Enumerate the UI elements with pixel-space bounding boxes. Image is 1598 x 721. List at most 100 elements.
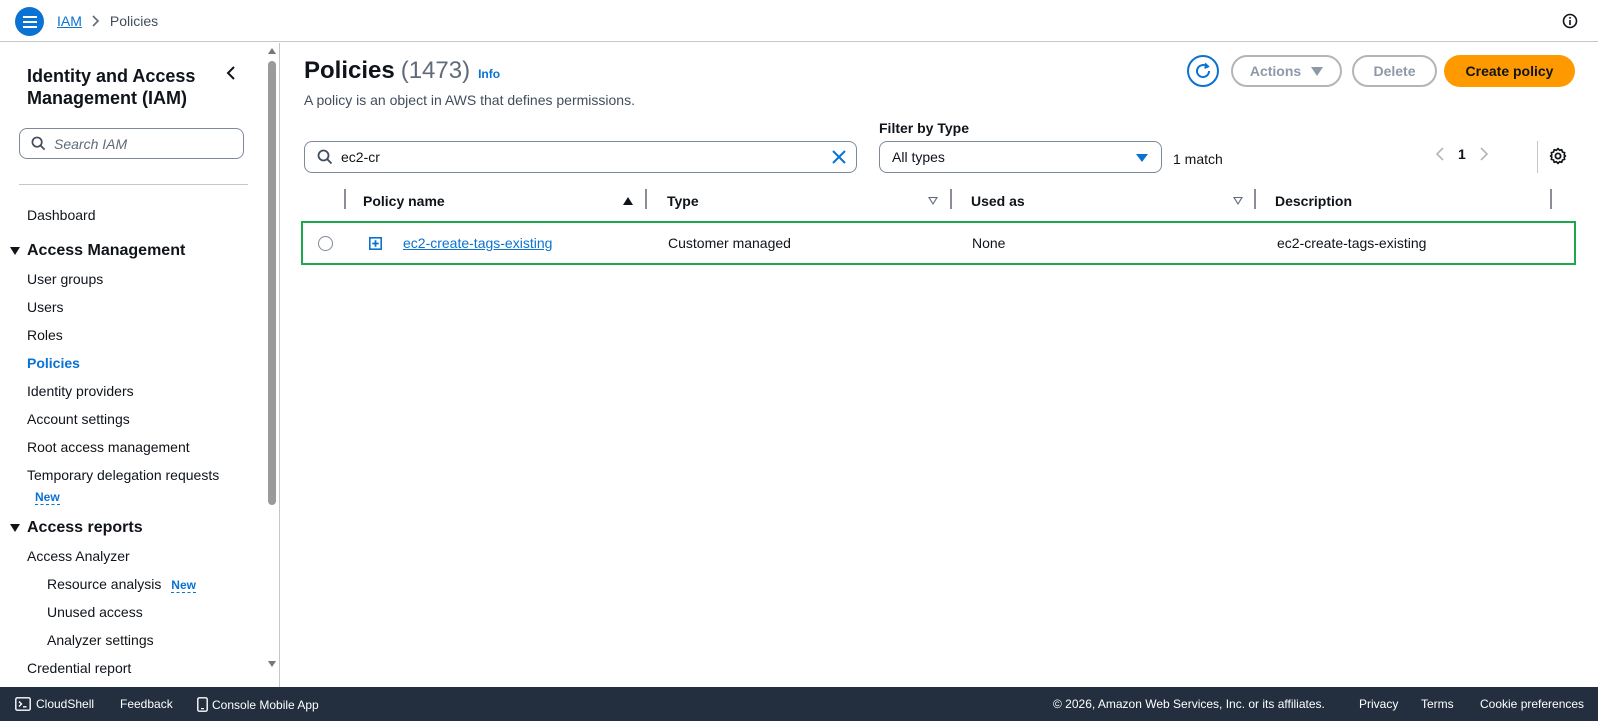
delete-button[interactable]: Delete — [1352, 55, 1437, 87]
close-icon[interactable] — [832, 150, 846, 164]
new-badge[interactable]: New — [35, 490, 60, 505]
expand-plus-icon[interactable] — [369, 237, 382, 250]
sidebar-section-label: Access reports — [27, 519, 143, 536]
sidebar-title: Identity and Access Management (IAM) — [27, 66, 196, 108]
sidebar-divider — [19, 184, 248, 185]
chevron-left-icon[interactable] — [1436, 147, 1444, 161]
sidebar-item-resource-analysis[interactable]: Resource analysis New — [47, 576, 196, 593]
column-divider[interactable] — [645, 189, 647, 209]
chevron-left-icon[interactable] — [226, 65, 236, 81]
column-header-used-as[interactable]: Used as — [971, 193, 1025, 209]
refresh-icon — [1196, 62, 1211, 79]
hamburger-icon — [22, 15, 37, 28]
column-header-description[interactable]: Description — [1275, 193, 1352, 209]
sidebar-item-temporary-delegation-requests[interactable]: Temporary delegation requests — [27, 467, 219, 483]
terms-link[interactable]: Terms — [1421, 697, 1454, 711]
new-badge[interactable]: New — [171, 578, 196, 593]
description-cell: ec2-create-tags-existing — [1277, 235, 1427, 251]
sidebar-section-access-reports[interactable]: Access reports — [10, 519, 143, 537]
caret-down-icon — [1311, 66, 1324, 76]
sidebar-item-credential-report[interactable]: Credential report — [27, 660, 131, 676]
sidebar-section-access-management[interactable]: Access Management — [10, 242, 185, 260]
chevron-right-icon — [92, 15, 100, 27]
sidebar-item-root-access-management[interactable]: Root access management — [27, 439, 190, 455]
info-link[interactable]: Info — [478, 67, 500, 81]
console-mobile-app-link[interactable]: Console Mobile App — [197, 697, 319, 712]
sidebar-item-policies[interactable]: Policies — [27, 355, 80, 371]
column-divider[interactable] — [1550, 189, 1552, 209]
sidebar-item-roles[interactable]: Roles — [27, 327, 63, 343]
match-count: 1 match — [1173, 151, 1223, 167]
sidebar-search-field[interactable] — [19, 128, 244, 159]
sidebar-scrollbar[interactable] — [266, 43, 279, 687]
privacy-link[interactable]: Privacy — [1359, 697, 1398, 711]
main-content: Policies (1473) Info A policy is an obje… — [281, 43, 1598, 687]
sidebar-item-users[interactable]: Users — [27, 299, 64, 315]
actions-button-label: Actions — [1249, 63, 1302, 79]
mobile-app-label: Console Mobile App — [212, 697, 319, 712]
top-navigation-bar: IAM Policies — [0, 0, 1598, 42]
column-divider[interactable] — [1254, 189, 1256, 209]
feedback-link[interactable]: Feedback — [120, 697, 173, 711]
caret-down-icon — [1136, 154, 1148, 162]
search-icon — [31, 136, 46, 151]
copyright-text: © 2026, Amazon Web Services, Inc. or its… — [1053, 697, 1325, 711]
column-divider[interactable] — [950, 189, 952, 209]
chevron-right-icon[interactable] — [1480, 147, 1488, 161]
mobile-phone-icon — [197, 697, 208, 712]
policy-search-input[interactable] — [341, 149, 821, 165]
filter-type-select[interactable]: All types — [879, 141, 1162, 173]
caret-down-icon — [10, 524, 20, 532]
breadcrumb: IAM Policies — [57, 13, 158, 29]
page-title: Policies (1473) Info — [304, 57, 500, 85]
row-select-radio[interactable] — [318, 236, 333, 251]
sidebar-item-access-analyzer[interactable]: Access Analyzer — [27, 548, 130, 564]
scroll-up-arrow-icon[interactable] — [268, 48, 276, 54]
cloudshell-label: CloudShell — [36, 697, 95, 711]
actions-button[interactable]: Actions — [1231, 55, 1342, 87]
sidebar-item-user-groups[interactable]: User groups — [27, 271, 103, 287]
terminal-icon — [15, 697, 31, 711]
table-row[interactable]: ec2-create-tags-existing Customer manage… — [301, 221, 1576, 265]
sidebar-item-analyzer-settings[interactable]: Analyzer settings — [47, 632, 154, 648]
page-description: A policy is an object in AWS that define… — [304, 92, 635, 108]
scroll-down-arrow-icon[interactable] — [268, 661, 276, 667]
caret-down-icon — [10, 247, 20, 255]
filter-type-selected: All types — [892, 149, 945, 165]
sort-ascending-icon[interactable] — [623, 197, 633, 205]
table-header-row: Policy name Type Used as Description — [304, 189, 1577, 215]
policy-search-field[interactable] — [304, 141, 857, 173]
pager-divider — [1537, 141, 1538, 173]
sidebar-section-label: Access Management — [27, 242, 186, 259]
page-number[interactable]: 1 — [1458, 146, 1466, 162]
sort-icon[interactable] — [928, 197, 938, 205]
column-header-type[interactable]: Type — [667, 193, 699, 209]
sidebar-item-dashboard[interactable]: Dashboard — [27, 207, 96, 223]
breadcrumb-current: Policies — [109, 13, 159, 29]
side-navigation: Identity and Access Management (IAM) Das… — [0, 43, 280, 687]
filter-by-type-label: Filter by Type — [879, 120, 969, 136]
create-policy-button[interactable]: Create policy — [1444, 55, 1575, 87]
menu-toggle-button[interactable] — [15, 7, 44, 36]
sidebar-item-unused-access[interactable]: Unused access — [47, 604, 143, 620]
policy-name-link[interactable]: ec2-create-tags-existing — [403, 235, 552, 251]
console-footer: CloudShell Feedback Console Mobile App ©… — [0, 687, 1598, 721]
policy-type-cell: Customer managed — [668, 235, 791, 251]
breadcrumb-iam-link[interactable]: IAM — [57, 13, 82, 29]
used-as-cell: None — [972, 235, 1006, 251]
sidebar-search-input[interactable] — [54, 135, 234, 152]
scrollbar-thumb[interactable] — [268, 61, 276, 505]
cloudshell-button[interactable]: CloudShell — [15, 697, 94, 711]
info-circle-icon[interactable] — [1562, 13, 1578, 29]
refresh-button[interactable] — [1187, 55, 1219, 87]
policy-count: (1473) — [400, 57, 471, 84]
column-divider — [344, 189, 346, 209]
sidebar-item-account-settings[interactable]: Account settings — [27, 411, 130, 427]
pagination: 1 — [1436, 146, 1488, 162]
page-title-text: Policies — [304, 57, 395, 84]
sidebar-item-identity-providers[interactable]: Identity providers — [27, 383, 134, 399]
column-header-policy-name[interactable]: Policy name — [363, 193, 445, 209]
cookie-preferences-link[interactable]: Cookie preferences — [1480, 697, 1584, 711]
gear-icon[interactable] — [1549, 147, 1567, 165]
sort-icon[interactable] — [1233, 197, 1243, 205]
